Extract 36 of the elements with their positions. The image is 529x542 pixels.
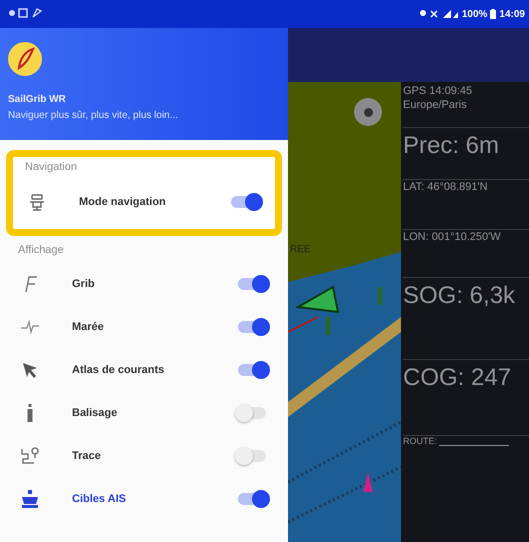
beacon-marker [326, 317, 330, 335]
instrument-reading: COG: 247 [403, 363, 512, 393]
instrument-reading: LON: 001°10.250'W [403, 230, 502, 244]
instrument-reading: GPS 14:09:45 [403, 84, 474, 98]
clock: 14:09 [499, 8, 525, 20]
buoy-icon [27, 402, 33, 422]
menu-item-label[interactable]: Mode navigation [79, 196, 231, 208]
sail-logo-icon [8, 42, 42, 76]
track-icon [20, 446, 40, 466]
boat-marker [294, 285, 340, 314]
instrument-reading: LAT: 46°08.891'N [403, 180, 489, 194]
menu-item-label[interactable]: Trace [72, 450, 238, 462]
section-title: Navigation [24, 160, 78, 175]
menu-item-label[interactable]: Balisage [72, 406, 238, 418]
section-title: Affichage [17, 243, 65, 258]
toggle-switch[interactable] [238, 450, 266, 462]
menu-item-label[interactable]: Atlas de courants [72, 364, 238, 376]
battery-icon [490, 9, 496, 19]
instrument-reading: Europe/Paris [403, 98, 468, 112]
helm-icon [27, 192, 47, 212]
toggle-switch[interactable] [238, 406, 266, 418]
arrow-marker [363, 472, 373, 492]
menu-item-label[interactable]: Cibles AIS [72, 492, 238, 504]
battery-percent: 100% [462, 8, 488, 20]
instrument-reading: SOG: 6,3k [403, 281, 516, 311]
app-name: SailGrib WR [8, 94, 66, 105]
menu-item-label[interactable]: Marée [72, 320, 238, 332]
notification-icons [8, 8, 44, 18]
menu-item-label[interactable]: Grib [72, 278, 238, 290]
app-tagline: Naviguer plus sûr, plus vite, plus loin... [8, 110, 178, 121]
signal-icons [418, 9, 459, 19]
heading-line [288, 316, 318, 333]
instrument-reading: ROUTE: [403, 436, 438, 446]
instrument-reading: Prec: 6m [403, 131, 500, 161]
beacon-marker [378, 287, 382, 305]
ship-icon [20, 488, 40, 508]
